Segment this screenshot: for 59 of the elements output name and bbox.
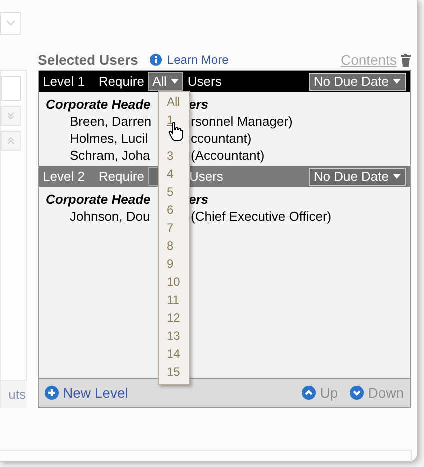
- caret-icon: [393, 174, 401, 179]
- require-label: Require: [98, 72, 144, 91]
- group-name: ers: [189, 191, 209, 208]
- dropdown-option[interactable]: 12: [159, 309, 189, 327]
- move-button[interactable]: [1, 106, 21, 126]
- section-title: Selected Users: [38, 50, 138, 70]
- user-name: Schram, Joha: [69, 147, 152, 164]
- user-role: (Accountant): [191, 147, 265, 164]
- dropdown-option[interactable]: 3: [159, 147, 189, 165]
- dropdown-option[interactable]: 14: [159, 345, 189, 363]
- new-level-link[interactable]: New Level: [63, 382, 128, 404]
- dropdown-option[interactable]: 4: [159, 165, 189, 183]
- require-label: Require: [98, 168, 144, 186]
- dropdown-option[interactable]: 7: [159, 219, 189, 237]
- due-date-select[interactable]: No Due Date: [308, 168, 406, 186]
- group-name: ers: [189, 96, 209, 113]
- chevron-icon: [6, 21, 14, 26]
- users-label: Users: [188, 72, 222, 91]
- user-name: Breen, Darren: [69, 113, 153, 130]
- dropdown-option[interactable]: 15: [159, 363, 189, 381]
- user-name: Holmes, Lucil: [69, 130, 150, 147]
- down-link[interactable]: Down: [368, 382, 404, 404]
- down-icon: [350, 386, 364, 400]
- dropdown-option[interactable]: 9: [159, 255, 189, 273]
- side-button[interactable]: uts: [1, 380, 27, 408]
- up-icon: [302, 386, 316, 400]
- contents-link[interactable]: Contents: [340, 50, 397, 70]
- level-label: Level 1: [43, 72, 85, 91]
- select-field[interactable]: [0, 12, 21, 35]
- level-label: Level 2: [43, 168, 85, 186]
- group-name: Corporate Heade: [45, 96, 152, 113]
- info-icon: [150, 54, 162, 66]
- user-role: ccountant): [191, 130, 252, 147]
- due-date-select[interactable]: No Due Date: [308, 72, 406, 90]
- double-chevron-icon: [7, 137, 15, 145]
- dropdown-option[interactable]: 1: [159, 111, 189, 129]
- dropdown-option[interactable]: 8: [159, 237, 189, 255]
- user-role: (Chief Executive Officer): [191, 208, 332, 225]
- double-chevron-icon: [7, 112, 15, 120]
- up-link[interactable]: Up: [320, 382, 338, 404]
- caret-icon: [170, 79, 179, 84]
- count-select[interactable]: All: [148, 72, 183, 91]
- users-label: Users: [189, 168, 224, 186]
- dropdown-option[interactable]: 11: [159, 291, 189, 309]
- dropdown-option[interactable]: 6: [159, 201, 189, 219]
- caret-icon: [393, 79, 401, 84]
- dropdown-option[interactable]: 5: [159, 183, 189, 201]
- user-role: rsonnel Manager): [191, 113, 293, 130]
- input-field[interactable]: [1, 76, 21, 101]
- dropdown-option[interactable]: 10: [159, 273, 189, 291]
- user-name: Johnson, Dou: [69, 208, 152, 225]
- trash-icon: [401, 54, 411, 66]
- hand-cursor-icon: [169, 122, 185, 142]
- dropdown-option[interactable]: All: [159, 93, 189, 111]
- dropdown-option[interactable]: 13: [159, 327, 189, 345]
- learn-more-link[interactable]: Learn More: [167, 51, 229, 69]
- group-name: Corporate Heade: [45, 191, 152, 208]
- plus-icon: [45, 386, 59, 400]
- move-button[interactable]: [1, 131, 21, 151]
